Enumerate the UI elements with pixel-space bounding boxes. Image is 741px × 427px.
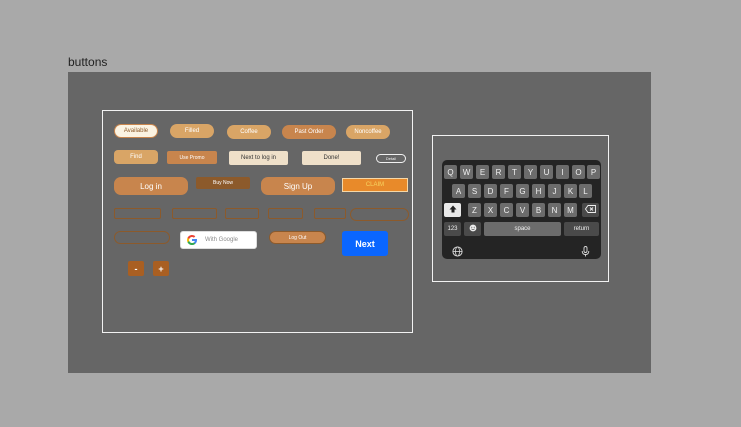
key-k[interactable]: K: [564, 184, 577, 198]
ghost-button[interactable]: [350, 208, 409, 221]
done-button[interactable]: Done!: [302, 151, 361, 165]
key-m[interactable]: M: [564, 203, 577, 217]
key-i[interactable]: I: [556, 165, 569, 179]
emoji-key[interactable]: [464, 222, 481, 236]
ghost-button[interactable]: [172, 208, 217, 219]
next-button[interactable]: Next: [342, 231, 388, 256]
shift-key[interactable]: [444, 203, 461, 217]
return-key[interactable]: return: [564, 222, 599, 236]
microphone-icon[interactable]: [581, 244, 590, 262]
key-h[interactable]: H: [532, 184, 545, 198]
buy-now-button[interactable]: Buy Now: [196, 177, 250, 189]
key-u[interactable]: U: [540, 165, 553, 179]
key-n[interactable]: N: [548, 203, 561, 217]
ghost-button[interactable]: [314, 208, 346, 219]
google-button-label: With Google: [205, 237, 239, 243]
minus-button[interactable]: -: [128, 261, 144, 276]
key-g[interactable]: G: [516, 184, 529, 198]
key-w[interactable]: W: [460, 165, 473, 179]
backspace-icon: [584, 205, 596, 215]
key-y[interactable]: Y: [524, 165, 537, 179]
numbers-key[interactable]: 123: [444, 222, 461, 236]
key-l[interactable]: L: [579, 184, 592, 198]
key-j[interactable]: J: [548, 184, 561, 198]
available-button[interactable]: Available: [114, 124, 158, 138]
google-g-icon: [186, 234, 198, 246]
space-key[interactable]: space: [484, 222, 561, 236]
next-to-log-in-button[interactable]: Next to log in: [229, 151, 288, 165]
ghost-button[interactable]: [225, 208, 259, 219]
claim-button[interactable]: CLAIM: [342, 178, 408, 192]
key-r[interactable]: R: [492, 165, 505, 179]
globe-icon[interactable]: [452, 244, 463, 262]
noncoffee-button[interactable]: Noncoffee: [346, 125, 390, 139]
key-p[interactable]: P: [587, 165, 600, 179]
key-x[interactable]: X: [484, 203, 497, 217]
log-in-button[interactable]: Log in: [114, 177, 188, 195]
key-v[interactable]: V: [516, 203, 529, 217]
key-a[interactable]: A: [452, 184, 465, 198]
emoji-icon: [469, 224, 477, 234]
coffee-button[interactable]: Coffee: [227, 125, 271, 139]
google-sign-in-button[interactable]: With Google: [180, 231, 257, 249]
use-promo-button[interactable]: Use Promo: [167, 151, 217, 164]
key-f[interactable]: F: [500, 184, 513, 198]
buttons-panel: [102, 110, 413, 333]
frame-title: buttons: [68, 55, 108, 69]
key-z[interactable]: Z: [468, 203, 481, 217]
key-s[interactable]: S: [468, 184, 481, 198]
key-d[interactable]: D: [484, 184, 497, 198]
plus-button[interactable]: +: [153, 261, 169, 276]
ghost-button[interactable]: [114, 208, 161, 219]
shift-icon: [449, 205, 457, 215]
ghost-button[interactable]: [114, 231, 170, 244]
detail-button[interactable]: Detail: [376, 154, 406, 163]
key-t[interactable]: T: [508, 165, 521, 179]
backspace-key[interactable]: [582, 203, 599, 217]
filled-button[interactable]: Filled: [170, 124, 214, 138]
find-button[interactable]: Find: [114, 150, 158, 164]
key-q[interactable]: Q: [444, 165, 457, 179]
ghost-button[interactable]: [268, 208, 303, 219]
onscreen-keyboard: Q W E R T Y U I O P A S D F G H J K L Z …: [442, 160, 601, 259]
key-e[interactable]: E: [476, 165, 489, 179]
log-out-button[interactable]: Log Out: [269, 231, 326, 244]
key-c[interactable]: C: [500, 203, 513, 217]
key-b[interactable]: B: [532, 203, 545, 217]
past-order-button[interactable]: Past Order: [282, 125, 336, 139]
key-o[interactable]: O: [572, 165, 585, 179]
sign-up-button[interactable]: Sign Up: [261, 177, 335, 195]
